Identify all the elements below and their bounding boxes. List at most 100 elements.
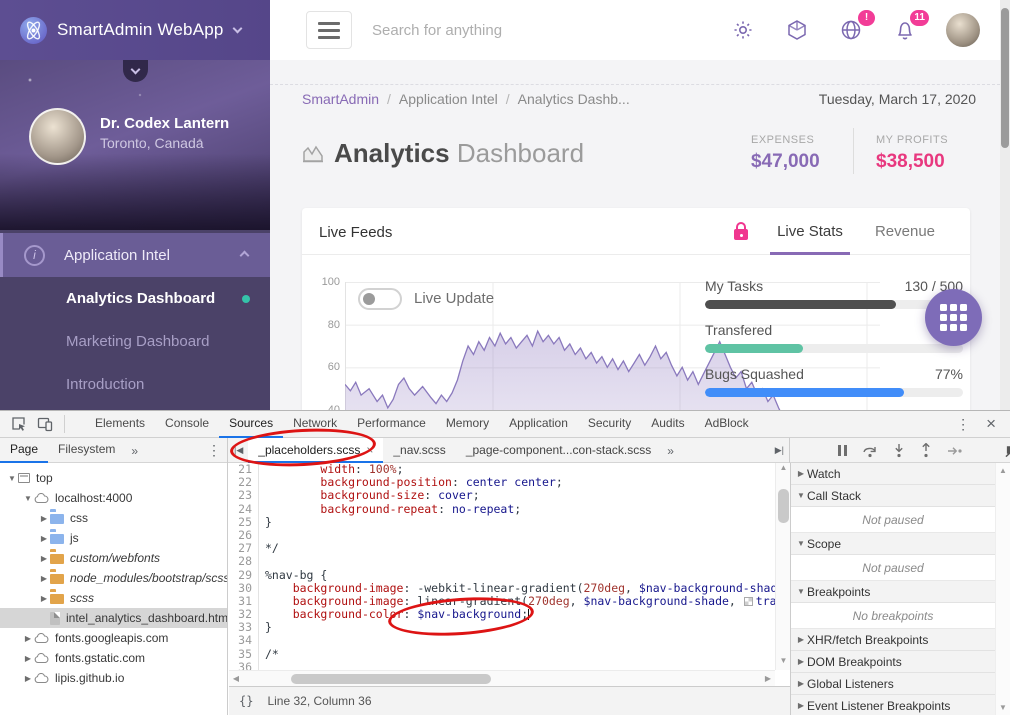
- tree-collapse-icon[interactable]: ▼: [22, 494, 34, 503]
- devtools-tab-application[interactable]: Application: [499, 411, 578, 438]
- debug-section-breakpoints[interactable]: ▼ Breakpoints: [791, 581, 1010, 603]
- tab-page[interactable]: Page: [0, 438, 48, 463]
- code-text[interactable]: }: [259, 621, 272, 634]
- editor-horizontal-scrollbar[interactable]: ◀ ▶: [229, 670, 775, 686]
- code-text[interactable]: background-color: $nav-background;: [259, 608, 529, 621]
- tree-item-js[interactable]: ▶js: [0, 528, 227, 548]
- collapse-icon[interactable]: ▼: [795, 539, 807, 548]
- code-line-35[interactable]: 35/*: [229, 648, 775, 661]
- deactivate-breakpoints-icon[interactable]: [1005, 443, 1010, 459]
- editor-vertical-scrollbar[interactable]: ▲ ▼: [775, 463, 790, 670]
- breadcrumb-item-smartadmin[interactable]: SmartAdmin: [302, 91, 379, 107]
- tree-item-node-modules-bootstrap-scss[interactable]: ▶node_modules/bootstrap/scss: [0, 568, 227, 588]
- expand-icon[interactable]: ▶: [795, 635, 807, 644]
- tree-expand-icon[interactable]: ▶: [22, 654, 34, 663]
- editor-tab-placeholders-scss[interactable]: _placeholders.scss×: [248, 438, 383, 463]
- hscroll-thumb[interactable]: [291, 674, 491, 684]
- code-line-34[interactable]: 34: [229, 634, 775, 647]
- tree-item-css[interactable]: ▶css: [0, 508, 227, 528]
- step-into-icon[interactable]: [893, 443, 905, 459]
- inspect-element-icon[interactable]: [6, 411, 32, 437]
- tree-expand-icon[interactable]: ▶: [38, 594, 50, 603]
- close-tab-icon[interactable]: ×: [366, 443, 373, 457]
- debug-section-watch[interactable]: ▶ Watch: [791, 463, 1010, 485]
- expand-icon[interactable]: ▶: [795, 469, 807, 478]
- more-tabs-icon[interactable]: »: [125, 444, 144, 458]
- tree-collapse-icon[interactable]: ▼: [6, 474, 18, 483]
- user-avatar[interactable]: [29, 108, 86, 165]
- quick-shortcuts-button[interactable]: [925, 289, 982, 346]
- devtools-menu-icon[interactable]: ⋮: [950, 416, 976, 433]
- code-text[interactable]: /*: [259, 648, 279, 661]
- color-swatch-icon[interactable]: [744, 597, 753, 606]
- device-toolbar-icon[interactable]: [32, 411, 58, 437]
- tree-item-localhost-4000[interactable]: ▼localhost:4000: [0, 488, 227, 508]
- tree-item-intel-analytics-dashboard-html[interactable]: intel_analytics_dashboard.html: [0, 608, 227, 628]
- step-icon[interactable]: [947, 443, 963, 459]
- sidebar-item-introduction[interactable]: Introduction: [0, 363, 270, 406]
- devtools-tab-sources[interactable]: Sources: [219, 411, 283, 438]
- tree-item-scss[interactable]: ▶scss: [0, 588, 227, 608]
- tree-expand-icon[interactable]: ▶: [22, 674, 34, 683]
- sidebar-item-marketing-dashboard[interactable]: Marketing Dashboard: [0, 320, 270, 363]
- vscroll-thumb[interactable]: [778, 489, 789, 523]
- tree-item-lipis-github-io[interactable]: ▶lipis.github.io: [0, 668, 227, 688]
- editor-tab-nav-scss[interactable]: _nav.scss: [383, 438, 455, 463]
- debugger-pane-scrollbar[interactable]: ▲▼: [995, 463, 1010, 715]
- code-line-27[interactable]: 27*/: [229, 542, 775, 555]
- tree-expand-icon[interactable]: ▶: [38, 514, 50, 523]
- step-out-icon[interactable]: [920, 443, 932, 459]
- scroll-down-icon[interactable]: ▼: [776, 656, 790, 670]
- browser-scrollbar[interactable]: [1000, 0, 1010, 410]
- tree-item-top[interactable]: ▼top: [0, 468, 227, 488]
- live-update-toggle[interactable]: [358, 288, 402, 310]
- editor-tab-page-component-con-stack-scss[interactable]: _page-component...con-stack.scss: [456, 438, 661, 463]
- tree-expand-icon[interactable]: ▶: [38, 554, 50, 563]
- user-avatar-small[interactable]: [946, 13, 980, 47]
- line-number[interactable]: 35: [229, 648, 259, 661]
- code-line-25[interactable]: 25}: [229, 516, 775, 529]
- devtools-close-icon[interactable]: ×: [980, 414, 1002, 434]
- scroll-down-icon[interactable]: ▼: [996, 703, 1010, 712]
- brand[interactable]: SmartAdmin WebApp: [0, 0, 270, 60]
- code-lines[interactable]: 21 width: 100%;22 background-position: c…: [229, 463, 775, 670]
- devtools-tab-network[interactable]: Network: [283, 411, 347, 438]
- menu-toggle-button[interactable]: [306, 11, 352, 49]
- line-number[interactable]: 28: [229, 555, 259, 568]
- debug-section-call-stack[interactable]: ▼ Call Stack: [791, 485, 1010, 507]
- navigator-menu-icon[interactable]: ⋮: [201, 442, 227, 459]
- line-number[interactable]: 29: [229, 569, 259, 582]
- code-line-24[interactable]: 24 background-repeat: no-repeat;: [229, 503, 775, 516]
- search-input[interactable]: [372, 12, 672, 48]
- tree-item-custom-webfonts[interactable]: ▶custom/webfonts: [0, 548, 227, 568]
- line-number[interactable]: 36: [229, 661, 259, 670]
- editor-more-tabs-icon[interactable]: »: [661, 444, 680, 458]
- tree-item-fonts-gstatic-com[interactable]: ▶fonts.gstatic.com: [0, 648, 227, 668]
- debug-section-event-listener-breakpoints[interactable]: ▶ Event Listener Breakpoints: [791, 695, 1010, 715]
- debug-section-scope[interactable]: ▼ Scope: [791, 533, 1010, 555]
- line-number[interactable]: 30: [229, 582, 259, 595]
- debug-section-xhr-fetch-breakpoints[interactable]: ▶ XHR/fetch Breakpoints: [791, 629, 1010, 651]
- devtools-tab-console[interactable]: Console: [155, 411, 219, 438]
- language-globe-icon[interactable]: !: [838, 17, 864, 43]
- scroll-up-icon[interactable]: ▲: [996, 466, 1010, 475]
- code-line-36[interactable]: 36: [229, 661, 775, 670]
- code-text[interactable]: [259, 661, 265, 670]
- debug-section-global-listeners[interactable]: ▶ Global Listeners: [791, 673, 1010, 695]
- code-line-26[interactable]: 26: [229, 529, 775, 542]
- pretty-print-icon[interactable]: {}: [239, 694, 253, 708]
- tab-filesystem[interactable]: Filesystem: [48, 438, 125, 463]
- show-navigator-icon[interactable]: ▶|: [770, 445, 789, 456]
- scroll-up-icon[interactable]: ▲: [776, 463, 790, 477]
- step-over-icon[interactable]: [862, 443, 878, 459]
- browser-scrollbar-thumb[interactable]: [1001, 8, 1009, 148]
- scroll-right-icon[interactable]: ▶: [761, 671, 775, 686]
- tab-scroll-left-icon[interactable]: |◀: [229, 445, 248, 456]
- code-text[interactable]: }: [259, 516, 272, 529]
- tree-item-fonts-googleapis-com[interactable]: ▶fonts.googleapis.com: [0, 628, 227, 648]
- collapse-icon[interactable]: ▼: [795, 587, 807, 596]
- line-number[interactable]: 25: [229, 516, 259, 529]
- code-editor[interactable]: 21 width: 100%;22 background-position: c…: [229, 463, 790, 686]
- devtools-tab-memory[interactable]: Memory: [436, 411, 499, 438]
- devtools-tab-performance[interactable]: Performance: [347, 411, 436, 438]
